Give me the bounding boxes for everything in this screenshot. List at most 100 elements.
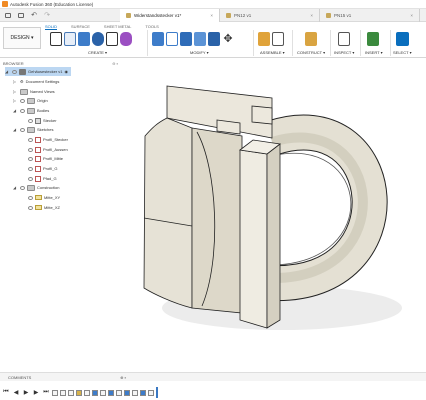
play-icon[interactable]: ▶: [22, 389, 30, 397]
tree-node-sketch[interactable]: Profil_Aussen: [28, 145, 68, 154]
timeline-feature[interactable]: [92, 389, 98, 396]
tree-node-bodies[interactable]: ◢ Bodies: [13, 106, 49, 115]
tab-tools[interactable]: TOOLS: [145, 22, 159, 30]
close-icon[interactable]: ×: [210, 13, 213, 18]
combine-icon[interactable]: [208, 32, 220, 46]
joint-icon[interactable]: [272, 32, 284, 46]
tree-node-document-settings[interactable]: ▷ ⚙ Document Settings: [13, 77, 59, 86]
create-sketch-icon[interactable]: [64, 32, 76, 46]
group-inspect[interactable]: INSPECT ▾: [334, 50, 354, 55]
fillet-icon[interactable]: [166, 32, 178, 46]
tree-node-plane[interactable]: Mitte_XZ: [28, 203, 60, 212]
expand-arrow-icon[interactable]: ◢: [13, 185, 18, 190]
group-create[interactable]: CREATE ▾: [88, 50, 107, 55]
group-insert[interactable]: INSERT ▾: [365, 50, 383, 55]
step-forward-icon[interactable]: ▶: [32, 389, 40, 397]
visibility-icon[interactable]: [28, 137, 33, 142]
expand-arrow-icon[interactable]: ▷: [13, 79, 18, 84]
undo-icon[interactable]: ↶: [29, 11, 39, 20]
chamfer-icon[interactable]: [180, 32, 192, 46]
tree-node-sketch[interactable]: Profil_G: [28, 164, 57, 173]
close-icon[interactable]: ×: [310, 13, 313, 18]
tree-node-sketches[interactable]: ◢ Sketches: [13, 125, 53, 134]
go-to-end-icon[interactable]: ⏭: [42, 389, 50, 397]
visibility-icon[interactable]: [12, 69, 17, 74]
timeline-feature[interactable]: [84, 389, 90, 396]
expand-arrow-icon[interactable]: ◢: [5, 69, 10, 74]
timeline-feature[interactable]: [76, 389, 82, 396]
shell-icon[interactable]: [194, 32, 206, 46]
tree-node-origin[interactable]: ▷ Origin: [13, 96, 48, 105]
tab-solid[interactable]: SOLID: [45, 22, 58, 30]
measure-icon[interactable]: [338, 32, 350, 46]
tree-node-sketch[interactable]: Pfad_G: [28, 174, 57, 183]
doc-tab-widerstandsstecker[interactable]: Widerstandsstecker v1* ×: [120, 9, 220, 22]
timeline-feature[interactable]: [60, 389, 66, 396]
form-icon[interactable]: [120, 32, 132, 46]
insert-image-icon[interactable]: [367, 32, 379, 46]
timeline-feature[interactable]: [68, 389, 74, 396]
timeline-feature[interactable]: [100, 389, 106, 396]
timeline-feature[interactable]: [108, 389, 114, 396]
comments-bar[interactable]: COMMENTS ⊕ ▪: [0, 372, 426, 381]
visibility-icon[interactable]: [28, 166, 33, 171]
group-select[interactable]: SELECT ▾: [393, 50, 412, 55]
visibility-icon[interactable]: [28, 195, 33, 200]
save-icon[interactable]: [16, 11, 26, 20]
doc-tab-pn15[interactable]: PN15 v1 ×: [320, 9, 420, 22]
new-component-assemble-icon[interactable]: [258, 32, 270, 46]
doc-tab-pn12[interactable]: PN12 v1 ×: [220, 9, 320, 22]
timeline-feature[interactable]: [148, 389, 154, 396]
tree-node-root[interactable]: ◢ Gehäusestecker v1 ◉: [5, 67, 71, 76]
press-pull-icon[interactable]: [152, 32, 164, 46]
visibility-icon[interactable]: [20, 108, 25, 113]
visibility-icon[interactable]: [20, 185, 25, 190]
group-modify[interactable]: MODIFY ▾: [190, 50, 209, 55]
visibility-icon[interactable]: [28, 147, 33, 152]
tree-node-named-views[interactable]: ▷ Named Views: [13, 87, 55, 96]
step-back-icon[interactable]: ◀: [12, 389, 20, 397]
tree-node-plane[interactable]: Mitte_XY: [28, 193, 60, 202]
extrude-icon[interactable]: [78, 32, 90, 46]
visibility-icon[interactable]: [20, 98, 25, 103]
expand-arrow-icon[interactable]: ◢: [13, 108, 18, 113]
timeline-feature[interactable]: [132, 389, 138, 396]
visibility-icon[interactable]: [28, 118, 33, 123]
tree-node-construction[interactable]: ◢ Construction: [13, 183, 59, 192]
timeline-marker[interactable]: [156, 387, 158, 398]
new-component-icon[interactable]: [50, 32, 62, 46]
timeline-feature[interactable]: [140, 389, 146, 396]
tab-sheet-metal[interactable]: SHEET METAL: [104, 22, 131, 30]
tree-node-sketch[interactable]: Profil_Stecker: [28, 135, 68, 144]
tab-surface[interactable]: SURFACE: [71, 22, 90, 30]
box-select-icon[interactable]: [106, 32, 118, 46]
timeline-feature[interactable]: [124, 389, 130, 396]
close-icon[interactable]: ×: [410, 13, 413, 18]
visibility-icon[interactable]: [20, 127, 25, 132]
move-icon[interactable]: ✥: [222, 32, 234, 46]
visibility-icon[interactable]: [28, 156, 33, 161]
panel-options-icon[interactable]: ⊖ ▪: [112, 61, 118, 66]
expand-arrow-icon[interactable]: ◢: [13, 127, 18, 132]
timeline-feature[interactable]: [116, 389, 122, 396]
comments-expand-icon[interactable]: ⊕ ▪: [120, 375, 126, 380]
expand-arrow-icon[interactable]: ▷: [13, 98, 18, 103]
workspace-switcher[interactable]: DESIGN ▾: [3, 27, 41, 49]
select-icon[interactable]: [396, 32, 409, 46]
tree-node-sketch[interactable]: Profil_Mitte: [28, 154, 63, 163]
revolve-icon[interactable]: [92, 32, 104, 46]
visibility-icon[interactable]: [28, 176, 33, 181]
tree-node-body-stecker[interactable]: Stecker: [28, 116, 57, 125]
canvas-viewport[interactable]: [122, 58, 426, 370]
active-radio-icon[interactable]: ◉: [64, 69, 68, 74]
visibility-icon[interactable]: [28, 205, 33, 210]
go-to-start-icon[interactable]: ⏮: [2, 389, 10, 397]
redo-icon[interactable]: ↷: [42, 11, 52, 20]
timeline-feature[interactable]: [52, 389, 58, 396]
3d-model[interactable]: [122, 58, 426, 370]
group-construct[interactable]: CONSTRUCT ▾: [297, 50, 325, 55]
group-assemble[interactable]: ASSEMBLE ▾: [260, 50, 285, 55]
expand-arrow-icon[interactable]: ▷: [13, 89, 18, 94]
grid-menu-icon[interactable]: [3, 11, 13, 20]
offset-plane-icon[interactable]: [305, 32, 317, 46]
